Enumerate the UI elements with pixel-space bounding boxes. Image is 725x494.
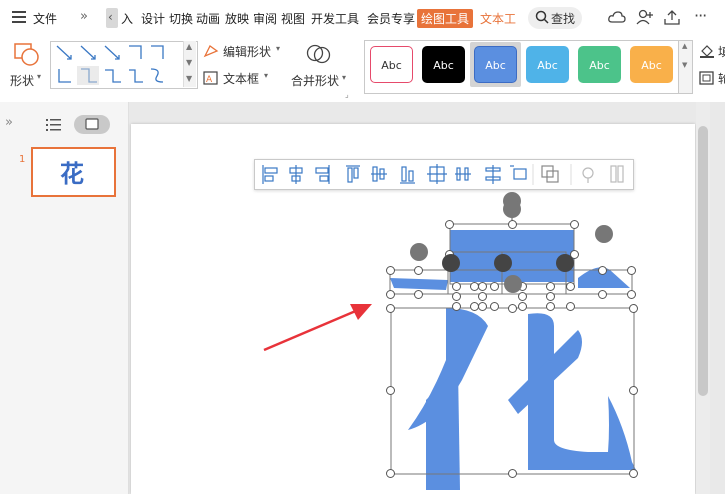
merge-shape-button[interactable]: 合并形状 ▾ [290, 42, 354, 92]
merge-shape-label: 合并形状 [291, 74, 340, 88]
style-preset-label: Abc [485, 59, 506, 72]
dialog-launcher-icon[interactable]: ⌟ [345, 90, 349, 99]
style-preset-2[interactable]: Abc [422, 46, 465, 83]
dropdown-arrow-icon: ▾ [276, 44, 281, 53]
chevron-down-icon: ▼ [682, 61, 688, 69]
scroll-left-button[interactable]: ‹ [106, 8, 118, 28]
menu-design[interactable]: 设计 [141, 10, 165, 27]
hamburger-icon[interactable] [12, 11, 26, 23]
style-preset-label: Abc [537, 59, 558, 72]
menu-review[interactable]: 审阅 [253, 10, 277, 27]
chevron-up-icon: ▲ [682, 42, 688, 50]
edit-shape-label: 编辑形状 [223, 45, 272, 59]
style-preset-5[interactable]: Abc [578, 46, 621, 83]
menu-animation[interactable]: 动画 [196, 10, 220, 27]
double-chevron-right-icon[interactable]: » [80, 9, 88, 24]
cloud-sync-icon[interactable] [608, 9, 626, 28]
style-preset-6[interactable]: Abc [630, 46, 673, 83]
menu-file[interactable]: 文件 [33, 10, 57, 27]
style-preset-1[interactable]: Abc [370, 46, 413, 83]
outline-icon [699, 71, 715, 88]
dropdown-arrow-icon: ▾ [342, 73, 347, 82]
menu-member[interactable]: 会员专享 [367, 10, 415, 27]
style-preset-label: Abc [589, 59, 610, 72]
expand-icon: ▼ [186, 74, 193, 83]
thumbnail-character: 花 [60, 159, 84, 188]
svg-text:A: A [206, 75, 213, 85]
chevron-left-icon: ‹ [108, 10, 113, 24]
thumbnail-view-icon [85, 118, 99, 133]
search-box[interactable]: 查找 [528, 7, 582, 29]
edit-shape-icon [203, 44, 219, 61]
search-icon [535, 10, 549, 27]
menu-bar: 文件 » ‹ 入 设计 切换 动画 放映 审阅 视图 开发工具 会员专享 绘图工… [0, 0, 725, 36]
tab-text-tools[interactable]: 文本工 [480, 10, 516, 27]
red-arrow-annotation [263, 304, 372, 352]
share-icon[interactable] [663, 9, 681, 28]
chevron-down-icon: ▼ [186, 58, 193, 67]
fill-icon [699, 44, 715, 61]
scrollbar-thumb[interactable] [698, 126, 708, 396]
style-preset-4[interactable]: Abc [526, 46, 569, 83]
chevron-up-icon: ▲ [186, 42, 193, 51]
menu-slideshow[interactable]: 放映 [225, 10, 249, 27]
style-gallery-scrollbar[interactable]: ▲ ▼ [678, 40, 693, 94]
menu-view[interactable]: 视图 [281, 10, 305, 27]
style-preset-label: Abc [641, 59, 662, 72]
connector-icons [56, 45, 164, 85]
thumbnail-view-button[interactable] [74, 115, 110, 134]
shape-icon [13, 42, 41, 71]
merge-shape-icon [306, 42, 332, 69]
style-preset-label: Abc [433, 59, 454, 72]
align-toolbar [254, 159, 634, 190]
fill-label: 填 [718, 45, 725, 59]
tab-drawing-tools[interactable]: 绘图工具 [417, 9, 474, 28]
outline-view-icon[interactable] [46, 118, 62, 134]
slide-number: 1 [19, 154, 26, 165]
dropdown-arrow-icon: ▾ [264, 71, 269, 80]
connector-gallery[interactable] [50, 41, 198, 89]
dropdown-arrow-icon: ▾ [37, 72, 42, 81]
menu-insert[interactable]: 入 [121, 10, 133, 27]
outline-label: 轮 [718, 72, 725, 86]
add-user-icon[interactable] [636, 9, 654, 28]
shape-label: 形状 [10, 74, 35, 88]
menu-developer[interactable]: 开发工具 [311, 10, 359, 27]
shape-button[interactable]: 形状 ▾ [8, 42, 44, 92]
textbox-icon: A [203, 71, 219, 88]
double-chevron-right-icon[interactable]: » [5, 115, 13, 130]
more-icon[interactable]: ··· [694, 6, 707, 25]
align-toolbar-icons [262, 164, 624, 185]
style-preset-3[interactable]: Abc [474, 46, 517, 83]
slide-panel: » 1 花 [0, 102, 129, 494]
menu-transition[interactable]: 切换 [169, 10, 193, 27]
textbox-label: 文本框 [223, 72, 260, 86]
search-label: 查找 [551, 12, 576, 26]
connector-scrollbar[interactable]: ▲ ▼ ▼ [183, 41, 196, 87]
slide-thumbnail[interactable]: 花 [31, 147, 116, 197]
style-preset-label: Abc [381, 59, 402, 72]
